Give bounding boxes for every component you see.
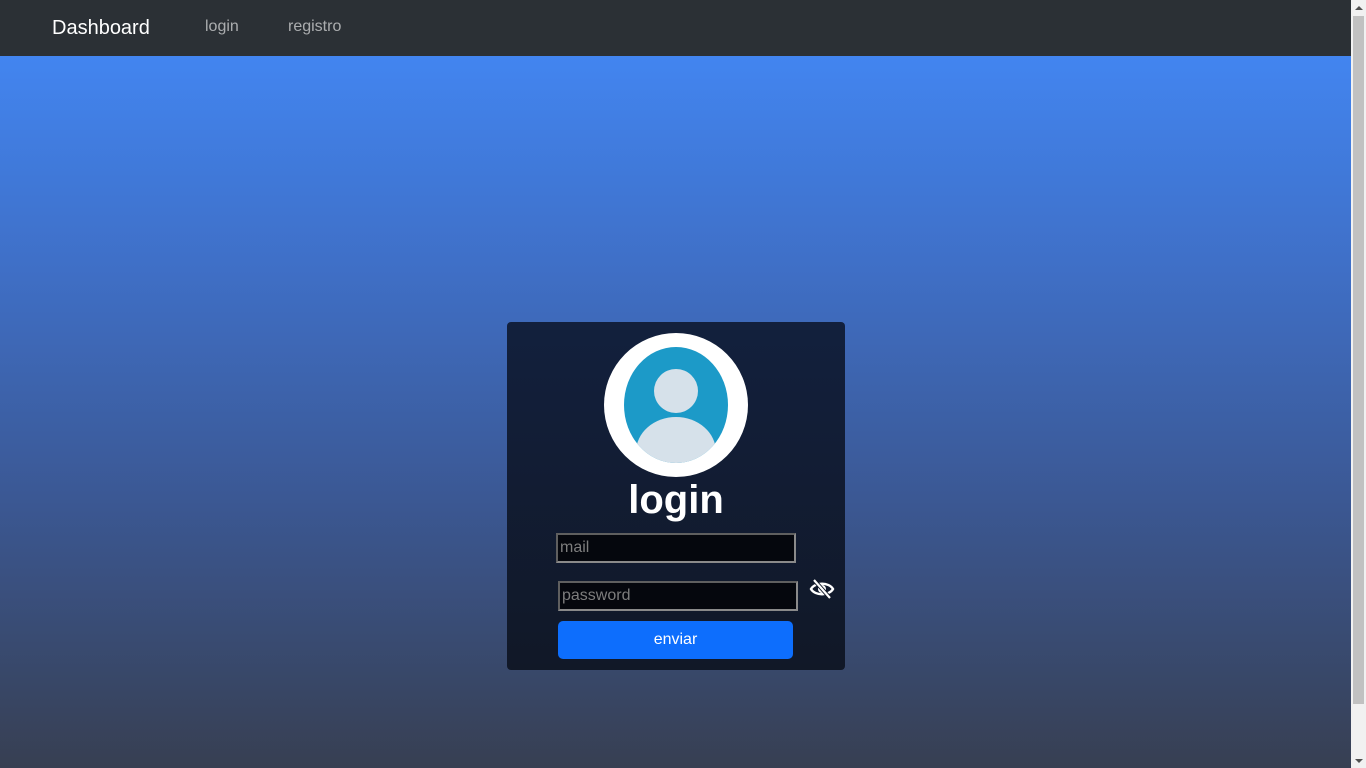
brand-link[interactable]: Dashboard bbox=[52, 15, 150, 41]
arrow-down-icon bbox=[1354, 758, 1363, 763]
scroll-down-button[interactable] bbox=[1351, 753, 1366, 768]
login-card: login enviar bbox=[507, 322, 845, 670]
arrow-up-icon bbox=[1354, 5, 1363, 10]
top-navbar: Dashboard login registro bbox=[0, 0, 1351, 56]
scroll-thumb[interactable] bbox=[1353, 16, 1364, 704]
password-input[interactable] bbox=[558, 581, 798, 611]
submit-button[interactable]: enviar bbox=[558, 621, 793, 659]
vertical-scrollbar[interactable] bbox=[1351, 0, 1366, 768]
login-title: login bbox=[628, 478, 724, 522]
eye-slash-icon[interactable] bbox=[809, 578, 835, 600]
nav-link-registro[interactable]: registro bbox=[288, 17, 341, 37]
scroll-up-button[interactable] bbox=[1351, 0, 1366, 15]
nav-link-login[interactable]: login bbox=[205, 17, 239, 37]
avatar-body bbox=[636, 417, 716, 463]
main-content: login enviar bbox=[0, 56, 1351, 768]
avatar-circle bbox=[624, 347, 728, 463]
user-avatar-icon bbox=[604, 333, 748, 477]
avatar-head bbox=[654, 369, 698, 413]
page: Dashboard login registro login mail envi… bbox=[0, 0, 1366, 768]
mail-input[interactable] bbox=[556, 533, 796, 563]
